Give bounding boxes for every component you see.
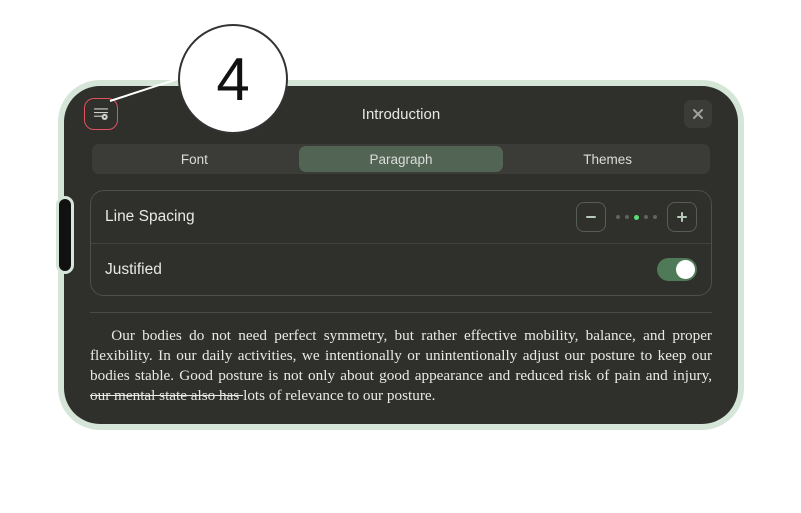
page-title: Introduction [88, 106, 714, 123]
body-text-struck: our mental state also has [90, 387, 243, 404]
callout-bubble: 4 [178, 24, 288, 134]
callout-number: 4 [216, 45, 249, 114]
justified-row: Justified [91, 243, 711, 295]
justified-toggle[interactable] [657, 258, 697, 281]
minus-icon [584, 210, 598, 224]
body-text-post: lots of relevance to our posture. [243, 387, 435, 404]
justified-label: Justified [105, 261, 657, 279]
body-text-pre: Our bodies do not need perfect symmetry,… [90, 327, 712, 384]
tab-themes[interactable]: Themes [505, 144, 710, 174]
side-notch [56, 196, 74, 274]
line-spacing-label: Line Spacing [105, 208, 576, 226]
line-spacing-increase-button[interactable] [667, 202, 697, 232]
section-divider [90, 312, 712, 313]
plus-icon [675, 210, 689, 224]
line-spacing-decrease-button[interactable] [576, 202, 606, 232]
document-body-text: Our bodies do not need perfect symmetry,… [90, 326, 712, 406]
device-frame: Introduction Font Paragraph Themes Line … [58, 80, 744, 430]
format-tabs: Font Paragraph Themes [92, 144, 710, 174]
toggle-knob [676, 260, 695, 279]
tab-paragraph[interactable]: Paragraph [299, 146, 504, 172]
line-spacing-row: Line Spacing [91, 191, 711, 243]
line-spacing-indicator [616, 215, 657, 220]
paragraph-settings-group: Line Spacing Justified [90, 190, 712, 296]
screen: Introduction Font Paragraph Themes Line … [64, 86, 738, 424]
tab-font[interactable]: Font [92, 144, 297, 174]
